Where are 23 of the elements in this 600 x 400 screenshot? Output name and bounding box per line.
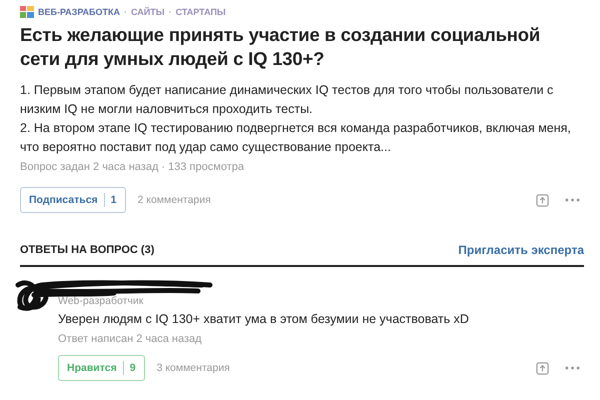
- answer-text: Уверен людям с IQ 130+ хватит ума в этом безумии не участвовать xD: [58, 311, 470, 328]
- separator-dot: ·: [168, 7, 172, 17]
- question-meta: Вопрос задан 2 часа назад · 133 просмотра: [20, 160, 245, 175]
- more-icon[interactable]: [565, 198, 580, 202]
- tag-link[interactable]: САЙТЫ: [131, 7, 165, 17]
- share-icon[interactable]: [536, 194, 549, 206]
- tag-link[interactable]: ВЕБ-РАЗРАБОТКА: [38, 7, 120, 17]
- comments-link[interactable]: 3 комментария: [156, 362, 230, 374]
- more-icon[interactable]: [565, 366, 580, 370]
- tag-link[interactable]: СТАРТАПЫ: [176, 7, 226, 17]
- answer-meta: Ответ написан 2 часа назад: [58, 332, 203, 347]
- like-button[interactable]: Нравится 9: [58, 355, 145, 381]
- answers-heading: ОТВЕТЫ НА ВОПРОС (3): [20, 244, 154, 256]
- separator-dot: ·: [124, 7, 127, 17]
- category-icon: [20, 6, 34, 18]
- question-title: Есть желающие принять участие в создании социальной сети для умных людей с IQ 130+?: [20, 23, 542, 71]
- question-text: 2. На втором этапе IQ тестированию подвергнется вся команда разработчиков, включая меня, что вероятно поставит под удар само существование проекта...: [20, 120, 572, 156]
- comments-link[interactable]: 2 комментария: [138, 194, 211, 206]
- subscribe-button[interactable]: Подписаться 1: [20, 187, 126, 213]
- question-text: 1. Первым этапом будет написание динамических IQ тестов для того чтобы пользователи с низким IQ не могли наловчиться проходить тесты.: [20, 82, 554, 118]
- author-role: Web-разработчик: [58, 294, 144, 309]
- share-icon[interactable]: [536, 362, 549, 374]
- invite-expert-link[interactable]: Пригласить эксперта: [458, 243, 584, 257]
